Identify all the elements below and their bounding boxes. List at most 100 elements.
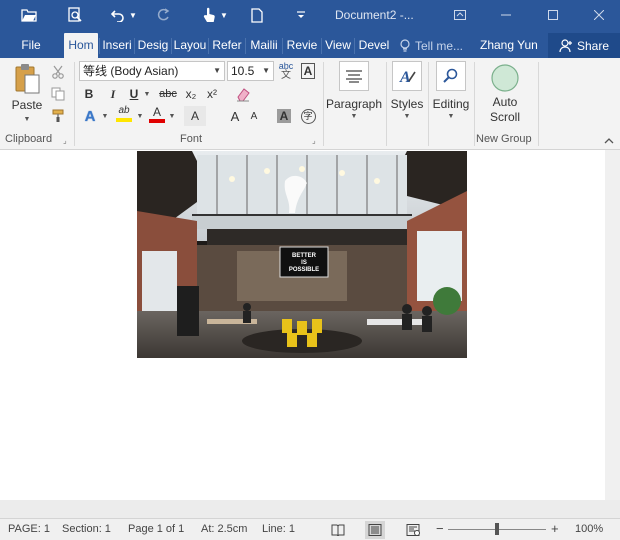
italic-button[interactable]: I [104,84,122,104]
styles-button[interactable]: A Styles ▼ [388,61,426,120]
chevron-down-icon: ▼ [136,112,144,120]
font-color-button[interactable]: A [147,104,167,124]
maximize-icon[interactable] [542,4,564,26]
text-effects-dropdown[interactable]: ▼ [100,106,110,126]
paste-button[interactable]: Paste ▼ [8,64,46,123]
paragraph-label: Paragraph [325,97,383,111]
tab-review[interactable]: Revie [284,33,320,58]
copy-icon[interactable] [48,84,68,104]
paragraph-button[interactable]: Paragraph ▼ [325,61,383,120]
paste-label: Paste [11,98,43,112]
print-preview-icon[interactable] [64,4,86,26]
chevron-down-icon: ▼ [168,112,176,120]
horizontal-scrollbar[interactable] [0,500,620,518]
paragraph-icon [339,61,369,91]
tab-layout[interactable]: Layou [173,33,207,58]
enclose-characters-button[interactable]: 字 [298,106,318,126]
chevron-down-icon: ▼ [129,10,137,20]
tab-mailings[interactable]: Mailii [247,33,281,58]
editing-label: Editing [432,97,470,111]
strikethrough-button[interactable]: abc [157,84,179,104]
minimize-icon[interactable] [495,4,517,26]
format-painter-icon[interactable] [48,106,68,126]
subscript-button[interactable]: x₂ [182,84,200,104]
inserted-office-photo[interactable]: BETTER IS POSSIBLE [137,151,467,358]
sign-text-1: BETTER [292,253,317,259]
char-shading-button[interactable]: A [274,106,294,126]
auto-scroll-button[interactable]: Auto Scroll [482,63,528,125]
zoom-in-button[interactable]: + [551,521,559,536]
font-name-value: 等线 (Body Asian) [83,64,179,78]
ribbon-tab-bar: File Hom Inseri Desig Layou Refer Mailii… [0,30,620,58]
user-name[interactable]: Zhang Yun [480,33,538,58]
web-layout-icon[interactable] [403,521,423,539]
vertical-scrollbar[interactable] [605,150,620,500]
clear-formatting-button[interactable] [232,84,254,104]
print-layout-icon[interactable] [365,521,385,539]
line-number[interactable]: Line: 1 [262,523,295,535]
share-button[interactable]: Share [548,33,620,58]
close-icon[interactable] [588,4,610,26]
editing-button[interactable]: Editing ▼ [430,61,472,120]
cursor-position[interactable]: At: 2.5cm [201,523,247,535]
shrink-font-button[interactable]: A [246,106,262,126]
new-group-label: New Group [476,133,532,145]
tab-references[interactable]: Refer [210,33,244,58]
chevron-down-icon: ▼ [220,10,228,20]
section-indicator[interactable]: Section: 1 [62,523,111,535]
chevron-down-icon: ▼ [143,90,151,98]
document-title: Document2 -... [335,8,414,22]
sign-text-3: POSSIBLE [289,267,319,273]
tell-me-search[interactable]: Tell me... [400,33,463,58]
enclose-label: 字 [300,108,316,124]
chevron-down-icon: ▼ [213,66,221,75]
character-border-button[interactable]: A [298,61,318,81]
text-effects-button[interactable]: A [80,106,100,126]
tell-me-placeholder: Tell me... [415,38,464,53]
cut-icon[interactable] [48,62,68,82]
customize-qat-icon[interactable] [292,4,310,26]
undo-button[interactable]: ▼ [106,4,142,26]
document-area: BETTER IS POSSIBLE [0,150,620,518]
undo-icon [111,10,124,22]
styles-label: Styles [390,97,424,111]
page-indicator[interactable]: PAGE: 1 [8,523,50,535]
highlight-button[interactable]: ab [113,104,135,124]
tab-developer[interactable]: Devel [356,33,392,58]
zoom-slider-thumb[interactable] [495,523,499,535]
tab-insert[interactable]: Inseri [101,33,133,58]
underline-dropdown[interactable]: ▼ [142,84,152,104]
ribbon: Paste ▼ Clipboard ⌟ 等线 (Body Asian) ▼ 10… [0,58,620,150]
dialog-launcher-icon[interactable]: ⌟ [63,136,67,145]
open-folder-icon[interactable] [18,4,40,26]
new-document-icon[interactable] [246,4,268,26]
chevron-down-icon: ▼ [350,113,358,120]
touch-mode-button[interactable]: ▼ [198,4,232,26]
font-name-combo[interactable]: 等线 (Body Asian) ▼ [79,61,225,81]
dialog-launcher-icon[interactable]: ⌟ [312,136,316,145]
styles-icon: A [392,61,422,91]
tab-view[interactable]: View [323,33,353,58]
font-size-combo[interactable]: 10.5 ▼ [227,61,274,81]
superscript-button[interactable]: x² [203,84,221,104]
collapse-ribbon-icon[interactable] [604,134,614,148]
tab-design[interactable]: Desig [136,33,170,58]
character-shading-button[interactable]: A [184,106,206,126]
phonetic-guide-button[interactable]: abc 文 [276,61,296,81]
zoom-level[interactable]: 100% [575,523,603,535]
zoom-out-button[interactable]: − [436,521,444,536]
document-page[interactable]: BETTER IS POSSIBLE [0,150,605,500]
highlight-label: ab [118,105,130,116]
bold-button[interactable]: B [80,84,98,104]
grow-font-button[interactable]: A [226,106,244,126]
font-size-value: 10.5 [231,64,255,78]
ribbon-display-options-icon[interactable] [449,4,471,26]
tab-file[interactable]: File [14,33,48,58]
tab-home[interactable]: Hom [64,33,98,58]
highlight-dropdown[interactable]: ▼ [135,106,145,126]
redo-icon[interactable] [152,4,174,26]
read-mode-icon[interactable] [328,521,348,539]
underline-button[interactable]: U [126,84,142,104]
font-color-dropdown[interactable]: ▼ [167,106,177,126]
page-count[interactable]: Page 1 of 1 [128,523,184,535]
